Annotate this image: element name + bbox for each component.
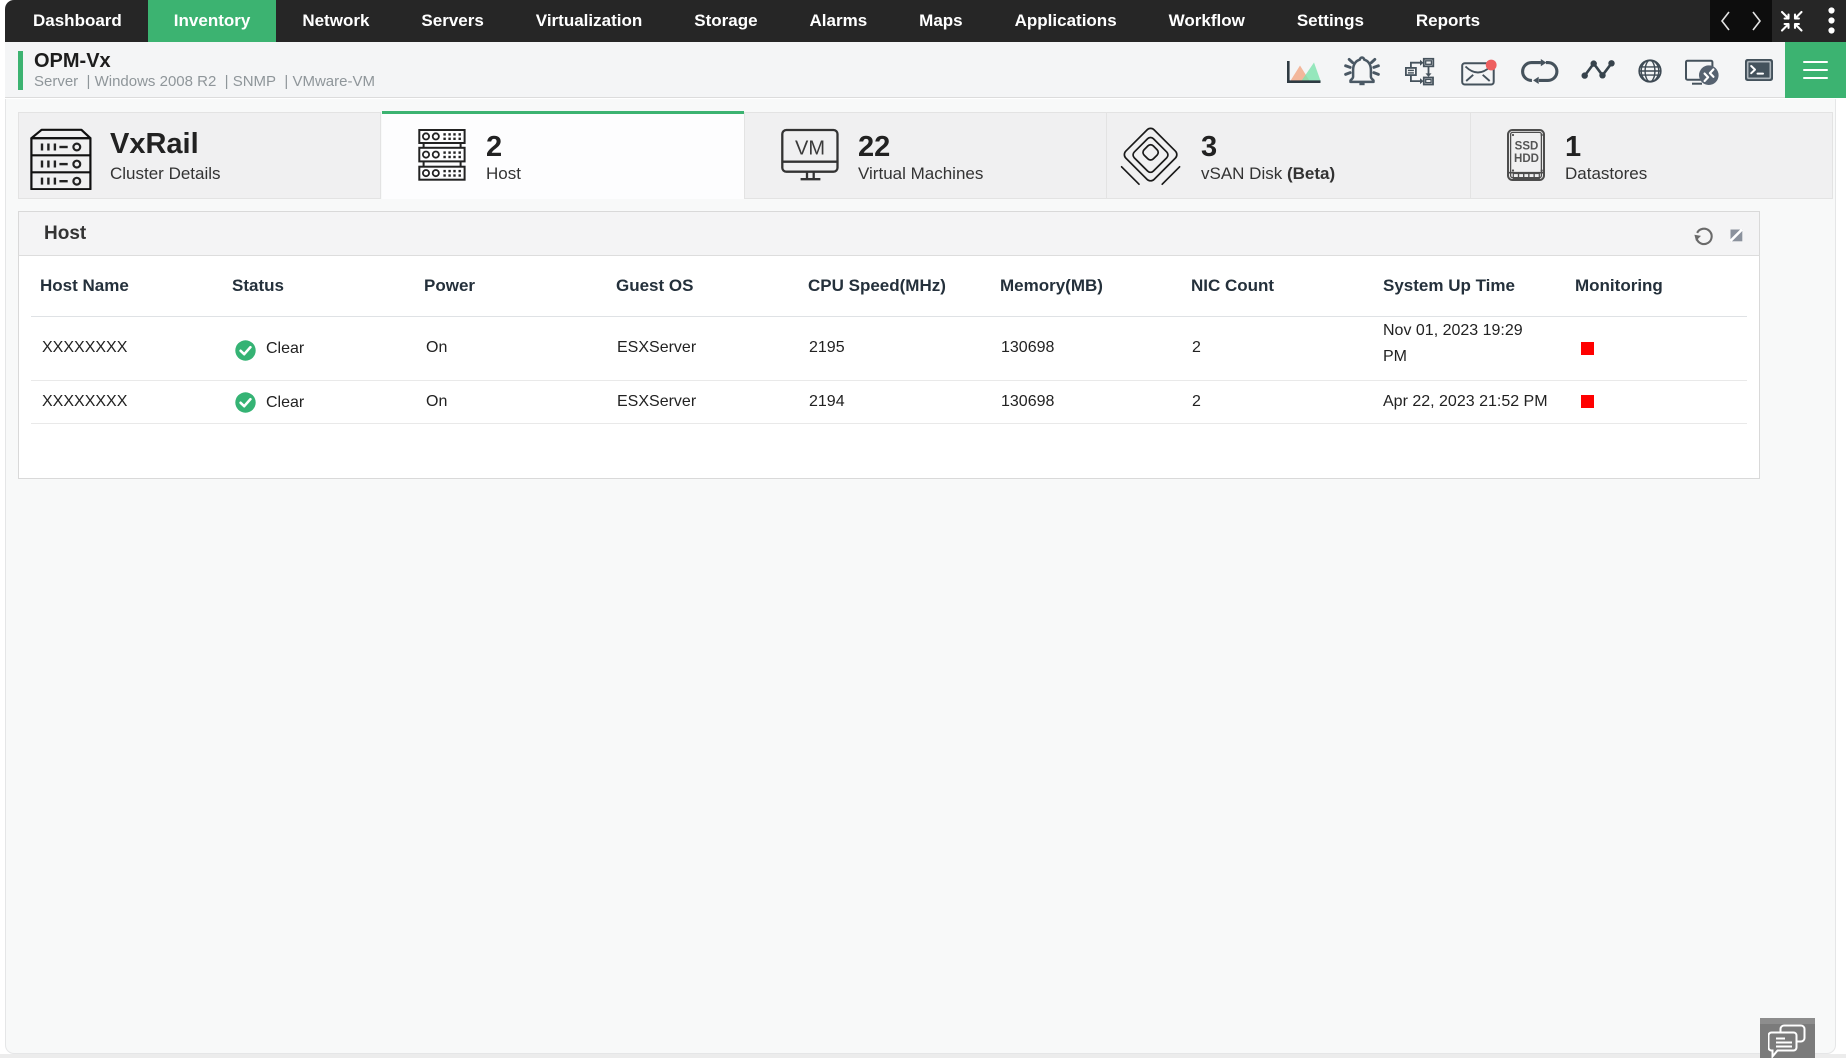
svg-text:VM: VM [795,138,825,160]
svg-text:SSD: SSD [1515,141,1539,153]
svg-text:HDD: HDD [1514,153,1539,165]
